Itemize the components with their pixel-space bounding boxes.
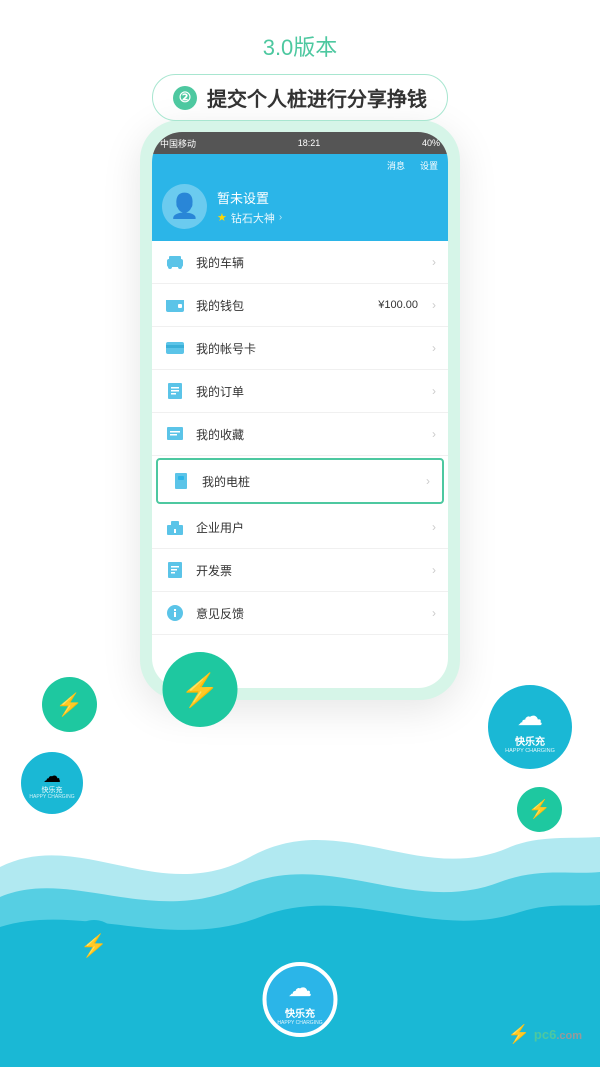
user-info: 暂未设置 ★ 钻石大神 ›: [217, 188, 438, 226]
lightning-icon-right-sm: ⚡: [528, 799, 550, 820]
phone-outer: 中国移动 18:21 40% 消息 设置 👤 暂未设置 ★ 钻石大神: [140, 120, 460, 700]
lightning-icon-center: ⚡: [180, 671, 220, 709]
menu-item-vehicle[interactable]: 我的车辆 ›: [152, 241, 448, 284]
bubble-left-logo: ☁ 快乐充 HAPPY CHARGING: [18, 749, 86, 817]
pile-label: 我的电桩: [202, 473, 416, 490]
right-logo-icon: ☁: [517, 701, 543, 732]
vehicle-label: 我的车辆: [196, 254, 422, 271]
order-icon: [164, 380, 186, 402]
subtitle-number: ②: [173, 86, 197, 110]
app-user-header: 👤 暂未设置 ★ 钻石大神 ›: [152, 176, 448, 241]
badge-text: 钻石大神: [231, 210, 275, 226]
battery: 40%: [422, 138, 440, 148]
left-logo-icon: ☁: [43, 766, 61, 787]
phone-mockup: 中国移动 18:21 40% 消息 设置 👤 暂未设置 ★ 钻石大神: [140, 120, 460, 700]
menu-list: 我的车辆 › 我的钱包 ¥100.00 › 我的: [152, 241, 448, 635]
user-name: 暂未设置: [217, 188, 438, 207]
menu-item-order[interactable]: 我的订单 ›: [152, 370, 448, 413]
user-badge-row: ★ 钻石大神 ›: [217, 210, 438, 226]
feedback-icon: [164, 602, 186, 624]
subtitle-box: ② 提交个人桩进行分享挣钱: [152, 74, 448, 121]
bottom-logo-icon: ☁: [288, 974, 312, 1003]
invoice-chevron: ›: [432, 563, 436, 577]
right-logo-appname: 快乐充: [515, 733, 545, 748]
enterprise-chevron: ›: [432, 520, 436, 534]
wallet-value: ¥100.00: [378, 299, 418, 311]
card-label: 我的帐号卡: [196, 340, 422, 357]
vehicle-chevron: ›: [432, 255, 436, 269]
version-text: 3.0版本: [0, 30, 600, 62]
left-logo-tagline: HAPPY CHARGING: [29, 794, 74, 800]
menu-item-feedback[interactable]: 意见反馈 ›: [152, 592, 448, 635]
bubble-right-small: ⚡: [517, 787, 562, 832]
wallet-icon: [164, 294, 186, 316]
subtitle-label: 提交个人桩进行分享挣钱: [207, 83, 427, 112]
menu-item-pile[interactable]: 我的电桩 ›: [156, 458, 444, 504]
user-avatar-icon: 👤: [170, 192, 200, 221]
menu-item-invoice[interactable]: 开发票 ›: [152, 549, 448, 592]
message-link[interactable]: 消息: [387, 159, 405, 172]
status-bar: 中国移动 18:21 40%: [152, 132, 448, 154]
order-label: 我的订单: [196, 383, 422, 400]
star-icon: ★: [217, 211, 227, 224]
pile-icon: [170, 470, 192, 492]
bubble-bottom-lightning: ⚡: [68, 920, 120, 972]
lightning-icon-left: ⚡: [56, 692, 83, 718]
collect-icon: [164, 423, 186, 445]
pile-chevron: ›: [426, 474, 430, 488]
menu-item-wallet[interactable]: 我的钱包 ¥100.00 ›: [152, 284, 448, 327]
bubble-center-lightning: ⚡: [163, 652, 238, 727]
card-icon: [164, 337, 186, 359]
wallet-chevron: ›: [432, 298, 436, 312]
settings-link[interactable]: 设置: [420, 159, 438, 172]
right-logo-tagline: HAPPY CHARGING: [505, 748, 555, 754]
avatar[interactable]: 👤: [162, 184, 207, 229]
watermark: ⚡ pс6.com: [507, 1024, 582, 1045]
app-header-top: 消息 设置: [152, 154, 448, 176]
watermark-lightning-icon: ⚡: [507, 1024, 529, 1045]
bottom-logo: ☁ 快乐充 HAPPY CHARGING: [263, 962, 338, 1037]
bubble-right-logo: ☁ 快乐充 HAPPY CHARGING: [485, 682, 575, 772]
bottom-logo-tagline: HAPPY CHARGING: [277, 1020, 322, 1026]
car-icon: [164, 251, 186, 273]
carrier: 中国移动: [160, 137, 196, 150]
top-section: 3.0版本 ② 提交个人桩进行分享挣钱: [0, 0, 600, 121]
feedback-chevron: ›: [432, 606, 436, 620]
wallet-label: 我的钱包: [196, 297, 368, 314]
invoice-label: 开发票: [196, 562, 422, 579]
time: 18:21: [298, 138, 321, 148]
bubble-left-small: ⚡: [42, 677, 97, 732]
order-chevron: ›: [432, 384, 436, 398]
lightning-icon-bottom: ⚡: [80, 933, 107, 959]
collect-chevron: ›: [432, 427, 436, 441]
card-chevron: ›: [432, 341, 436, 355]
watermark-pc6: pс6.com: [534, 1027, 582, 1042]
bottom-logo-circle: ☁ 快乐充 HAPPY CHARGING: [263, 962, 338, 1037]
collect-label: 我的收藏: [196, 426, 422, 443]
menu-item-card[interactable]: 我的帐号卡 ›: [152, 327, 448, 370]
invoice-icon: [164, 559, 186, 581]
menu-item-enterprise[interactable]: 企业用户 ›: [152, 506, 448, 549]
enterprise-icon: [164, 516, 186, 538]
menu-item-collect[interactable]: 我的收藏 ›: [152, 413, 448, 456]
left-logo-text: 快乐充: [42, 787, 63, 795]
bottom-logo-name: 快乐充: [285, 1005, 315, 1020]
phone-screen: 中国移动 18:21 40% 消息 设置 👤 暂未设置 ★ 钻石大神: [152, 132, 448, 688]
badge-chevron: ›: [279, 212, 282, 223]
feedback-label: 意见反馈: [196, 605, 422, 622]
enterprise-label: 企业用户: [196, 519, 422, 536]
